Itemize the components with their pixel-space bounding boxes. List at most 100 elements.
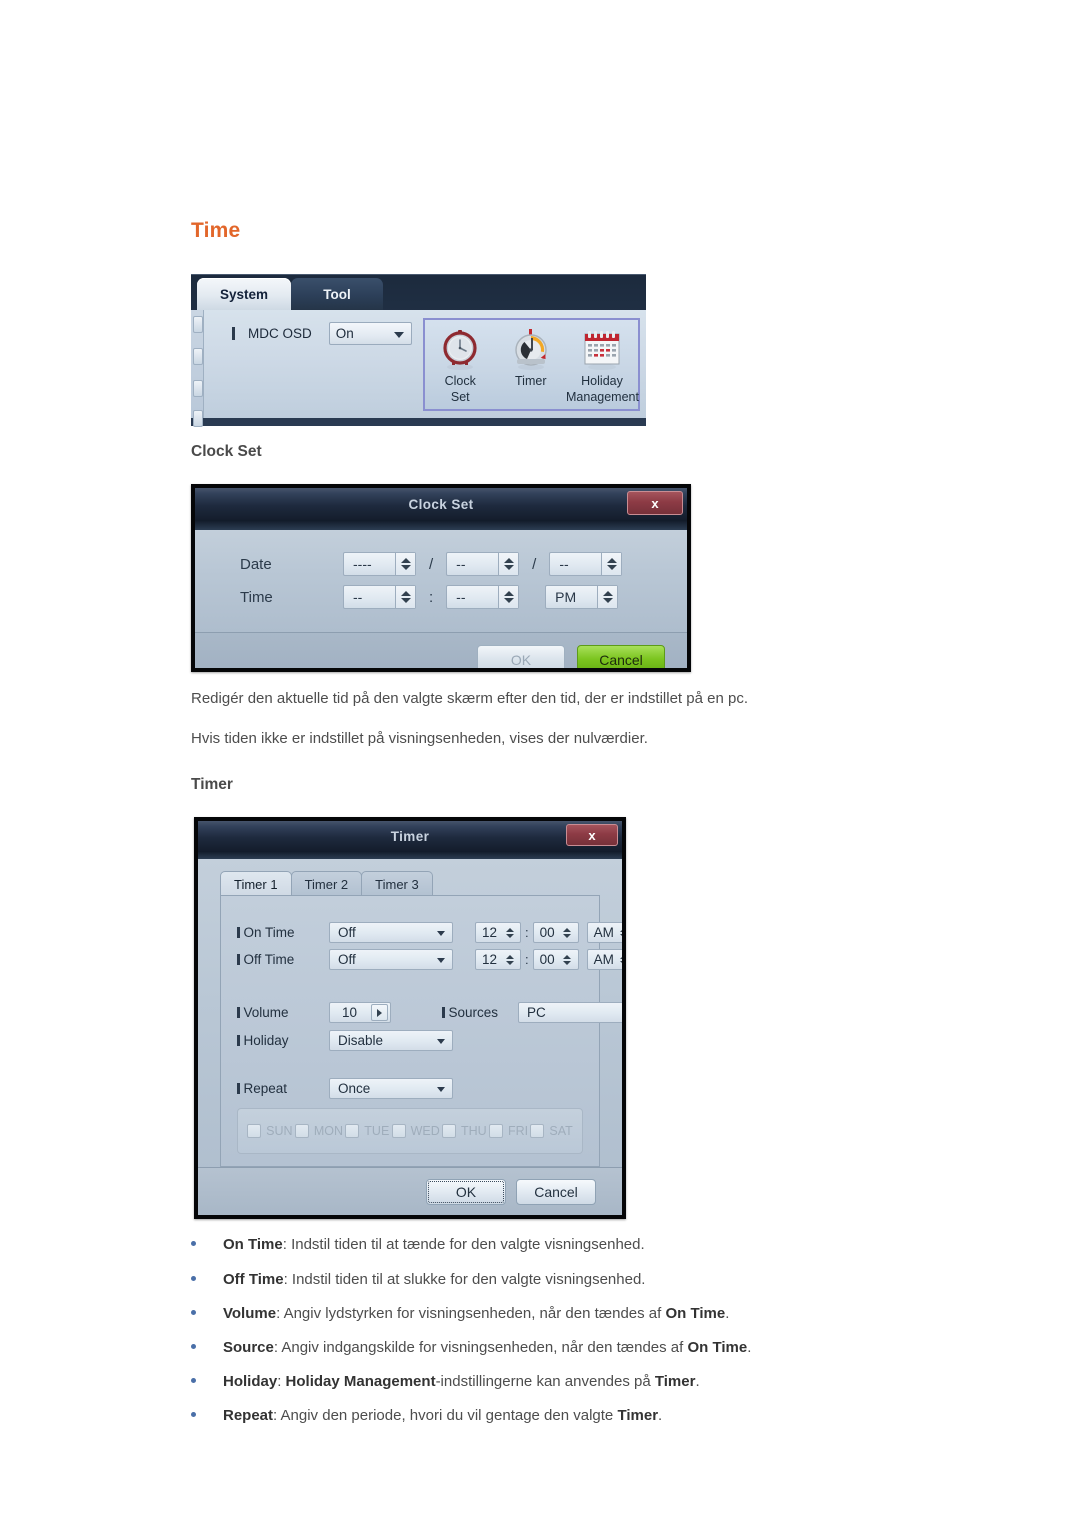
bullet-volume: Volume: Angiv lydstyrken for visningsenh… — [191, 1305, 729, 1322]
on-time-state-dropdown[interactable]: Off — [329, 922, 453, 943]
bullet-term: Holiday — [223, 1373, 278, 1390]
rail-tick — [193, 348, 203, 365]
repeat-dropdown[interactable]: Once — [329, 1078, 453, 1099]
on-time-hour-spinner[interactable]: 12 — [475, 922, 521, 943]
chevron-down-icon — [437, 1038, 445, 1044]
checkbox-icon[interactable] — [345, 1124, 360, 1138]
bullet-text: : Indstil tiden til at tænde for den val… — [282, 1236, 645, 1253]
spinner-arrows[interactable] — [560, 950, 575, 969]
time-minute-spinner[interactable]: -- — [446, 585, 520, 609]
weekday-label: SAT — [549, 1124, 573, 1138]
weekday-fri[interactable]: FRI — [489, 1124, 528, 1138]
tab-tool[interactable]: Tool — [291, 278, 383, 310]
timer-ok-button[interactable]: OK — [426, 1178, 506, 1205]
tab-timer-1[interactable]: Timer 1 — [220, 871, 292, 896]
checkbox-icon[interactable] — [442, 1124, 457, 1138]
bullet-term: Off Time — [223, 1271, 284, 1288]
holiday-value: Disable — [338, 1033, 384, 1048]
spinner-arrows[interactable] — [597, 586, 618, 608]
on-time-meridiem-spinner[interactable]: AM — [586, 922, 622, 943]
spinner-arrows[interactable] — [395, 586, 415, 608]
off-time-minute-spinner[interactable]: 00 — [532, 949, 579, 970]
spinner-arrows[interactable] — [502, 923, 517, 942]
date-day-spinner[interactable]: -- — [549, 552, 623, 576]
mdc-osd-field: MDC OSD On — [232, 322, 412, 345]
timer-cancel-button[interactable]: Cancel — [516, 1178, 596, 1205]
weekday-label: WED — [410, 1124, 440, 1138]
spinner-arrows[interactable] — [502, 950, 517, 969]
time-meridiem-spinner[interactable]: PM — [545, 585, 619, 609]
spinner-arrows[interactable] — [601, 553, 622, 575]
field-marker-icon — [232, 327, 235, 340]
volume-increase-button[interactable] — [371, 1004, 388, 1021]
time-hour-spinner[interactable]: -- — [343, 585, 416, 609]
icon-clock-set[interactable]: Clock Set — [425, 325, 496, 404]
icon-caption-line2: Management — [566, 389, 639, 404]
checkbox-icon[interactable] — [489, 1124, 503, 1138]
spinner-arrows[interactable] — [498, 586, 519, 608]
checkbox-icon[interactable] — [391, 1124, 406, 1138]
tab-timer-3[interactable]: Timer 3 — [361, 871, 433, 896]
weekday-label: THU — [461, 1124, 487, 1138]
caret-up-icon — [620, 954, 622, 959]
clock-set-ok-button[interactable]: OK — [477, 645, 565, 668]
checkbox-icon[interactable] — [530, 1124, 545, 1138]
icon-holiday-management[interactable]: Holiday Management — [566, 325, 639, 404]
checkbox-icon[interactable] — [294, 1124, 309, 1138]
off-time-hour-spinner[interactable]: 12 — [475, 949, 521, 970]
field-marker-icon — [237, 1007, 240, 1018]
mdc-osd-value: On — [335, 326, 354, 341]
volume-stepper[interactable]: 10 — [329, 1002, 391, 1023]
icon-timer[interactable]: Timer — [496, 325, 567, 391]
weekday-sat[interactable]: SAT — [530, 1124, 573, 1138]
on-time-minute-spinner[interactable]: 00 — [532, 922, 579, 943]
weekday-checkbox-group: SUN MON TUE WED THU FRI SAT — [237, 1108, 583, 1154]
spinner-arrows[interactable] — [498, 553, 519, 575]
close-icon[interactable]: x — [627, 491, 683, 515]
holiday-row: Holiday Disable — [237, 1030, 453, 1051]
spinner-arrows[interactable] — [395, 553, 415, 575]
page-title: Time — [191, 219, 241, 242]
bullet-tail-bold: Timer — [654, 1373, 696, 1390]
date-year-spinner[interactable]: ---- — [343, 552, 416, 576]
off-time-meridiem-spinner[interactable]: AM — [586, 949, 622, 970]
weekday-wed[interactable]: WED — [391, 1124, 440, 1138]
close-icon[interactable]: x — [566, 824, 618, 846]
bullet-text-2: -indstillingerne kan anvendes på — [435, 1373, 655, 1390]
paragraph-clock-1: Redigér den aktuelle tid på den valgte s… — [191, 690, 748, 707]
bullet-text: : Angiv lydstyrken for visningsenheden, … — [276, 1305, 666, 1322]
weekday-sun[interactable]: SUN — [247, 1124, 293, 1138]
bullet-text: : — [277, 1373, 286, 1390]
mdc-osd-dropdown[interactable]: On — [328, 322, 412, 345]
date-month-value: -- — [456, 556, 466, 572]
spinner-arrows[interactable] — [560, 923, 575, 942]
time-hour-value: -- — [353, 589, 363, 605]
chevron-down-icon — [393, 331, 404, 338]
off-time-state-dropdown[interactable]: Off — [329, 949, 453, 970]
time-icon-group: Clock Set Timer Holiday Management — [423, 318, 640, 411]
off-time-separator: : — [525, 952, 529, 967]
caret-up-icon — [620, 927, 622, 932]
weekday-tue[interactable]: TUE — [345, 1124, 389, 1138]
date-month-spinner[interactable]: -- — [446, 552, 520, 576]
field-marker-icon — [237, 954, 240, 965]
volume-value: 10 — [342, 1005, 358, 1020]
sources-dropdown[interactable]: PC — [518, 1002, 622, 1023]
tab-system[interactable]: System — [197, 278, 291, 310]
timer-tab-panel: On Time Off 12 : 00 AM Off Time Off 12:… — [220, 895, 622, 1167]
repeat-row: Repeat Once — [237, 1078, 453, 1099]
weekday-thu[interactable]: THU — [442, 1124, 487, 1138]
spinner-arrows[interactable] — [617, 950, 622, 969]
repeat-label: Repeat — [243, 1081, 288, 1096]
bullet-dot-icon — [191, 1310, 196, 1316]
bullet-text: : Angiv indgangskilde for visningsenhede… — [273, 1339, 688, 1356]
caret-down-icon — [505, 933, 514, 938]
bullet-on-time: On Time: Indstil tiden til at tænde for … — [191, 1236, 645, 1253]
spinner-arrows[interactable] — [617, 923, 622, 942]
repeat-value: Once — [338, 1081, 371, 1096]
weekday-mon[interactable]: MON — [294, 1124, 343, 1138]
tab-timer-2[interactable]: Timer 2 — [290, 871, 363, 896]
clock-set-cancel-button[interactable]: Cancel — [577, 645, 665, 668]
checkbox-icon[interactable] — [247, 1124, 262, 1138]
holiday-dropdown[interactable]: Disable — [329, 1030, 453, 1051]
